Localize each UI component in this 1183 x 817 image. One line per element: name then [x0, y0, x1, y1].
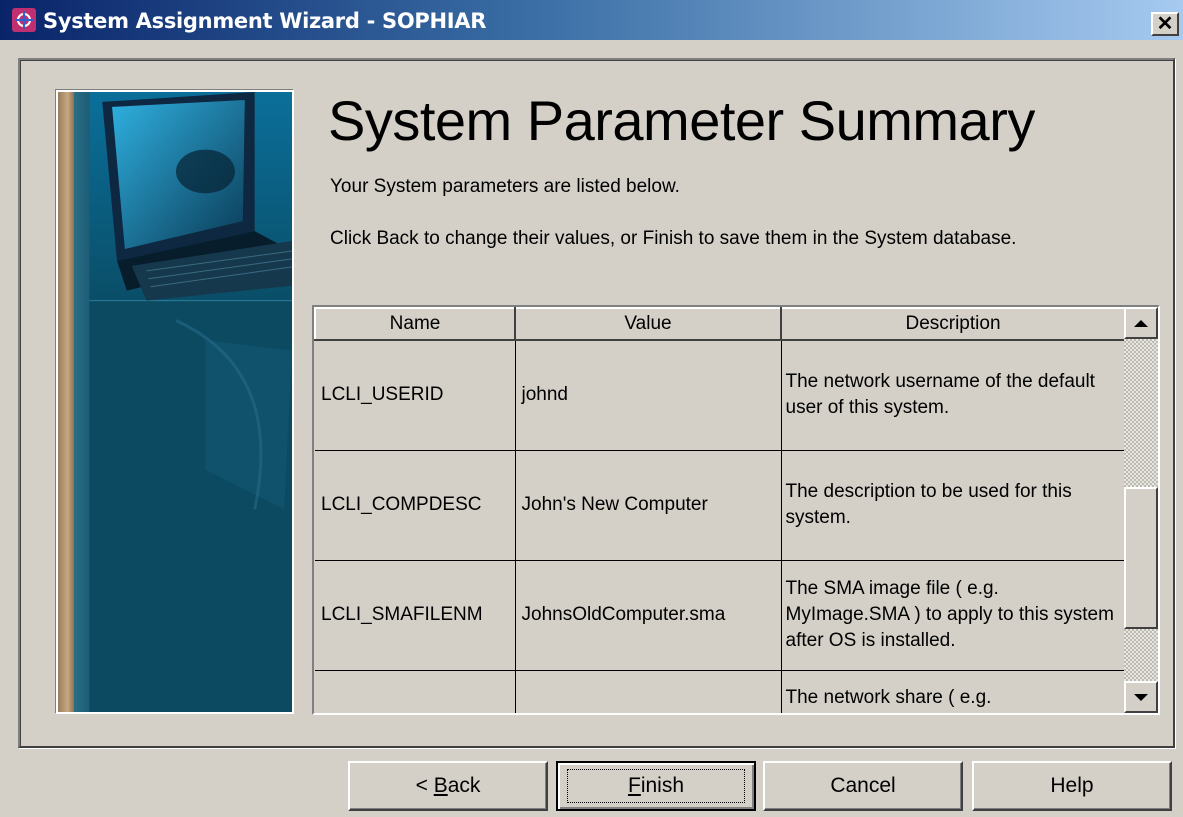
scroll-thumb[interactable] — [1124, 487, 1158, 629]
title-bar[interactable]: System Assignment Wizard - SOPHIAR ✕ — [0, 0, 1183, 40]
cell-name[interactable]: LCLI_SMAFILENM — [315, 560, 516, 671]
wizard-side-image — [56, 90, 294, 714]
intro-text: Your System parameters are listed below. — [330, 176, 680, 197]
vertical-scrollbar[interactable] — [1124, 307, 1158, 713]
column-header-name[interactable]: Name — [314, 307, 516, 341]
cell-value[interactable]: johnd — [515, 340, 782, 451]
cancel-button-label: Cancel — [830, 774, 896, 797]
column-header-value[interactable]: Value — [514, 307, 782, 341]
page-title: System Parameter Summary — [328, 89, 1035, 152]
finish-button-mnemonic: F — [627, 774, 641, 797]
parameter-table: Name Value Description LCLI_USERID johnd… — [314, 307, 1124, 713]
cell-description[interactable]: The SMA image file ( e.g. MyImage.SMA ) … — [781, 560, 1124, 671]
close-button[interactable]: ✕ — [1151, 12, 1179, 36]
finish-focus-ring: Finish — [566, 769, 746, 803]
back-button[interactable]: < Back — [348, 761, 548, 811]
scroll-up-button[interactable] — [1124, 307, 1158, 339]
help-button[interactable]: Help — [972, 761, 1172, 811]
cell-description[interactable]: The network share ( e.g. — [781, 670, 1124, 713]
cell-description[interactable]: The network username of the default user… — [781, 340, 1124, 451]
finish-button-label: inish — [640, 774, 685, 797]
instruction-text: Click Back to change their values, or Fi… — [330, 228, 1017, 249]
header-row: Name Value Description — [314, 307, 1124, 341]
back-button-prefix: < — [415, 774, 434, 797]
help-button-label: Help — [1050, 774, 1094, 797]
column-header-description[interactable]: Description — [780, 307, 1124, 341]
back-button-label: ack — [447, 774, 481, 797]
cell-value[interactable] — [515, 670, 782, 713]
scroll-up-arrow-icon — [1134, 319, 1148, 327]
cell-value[interactable]: John's New Computer — [515, 450, 782, 561]
scroll-down-arrow-icon — [1134, 693, 1148, 701]
cell-name[interactable]: LCLI_USERID — [315, 340, 516, 451]
table-row[interactable]: LCLI_SMAFILENM JohnsOldComputer.sma The … — [315, 560, 1124, 671]
wizard-app-icon — [12, 8, 36, 32]
table-row[interactable]: The network share ( e.g. — [315, 670, 1124, 713]
window-title: System Assignment Wizard - SOPHIAR — [43, 9, 487, 33]
parameter-grid[interactable]: Name Value Description LCLI_USERID johnd… — [312, 305, 1160, 715]
cell-description[interactable]: The description to be used for this syst… — [781, 450, 1124, 561]
scroll-down-button[interactable] — [1124, 681, 1158, 713]
cancel-button[interactable]: Cancel — [763, 761, 963, 811]
close-icon: ✕ — [1156, 13, 1174, 35]
finish-button[interactable]: Finish — [556, 761, 756, 811]
table-row[interactable]: LCLI_USERID johnd The network username o… — [315, 340, 1124, 451]
table-row[interactable]: LCLI_COMPDESC John's New Computer The de… — [315, 450, 1124, 561]
cell-value[interactable]: JohnsOldComputer.sma — [515, 560, 782, 671]
back-button-mnemonic: B — [433, 774, 448, 797]
cell-name[interactable]: LCLI_COMPDESC — [315, 450, 516, 561]
cell-name[interactable] — [315, 670, 516, 713]
